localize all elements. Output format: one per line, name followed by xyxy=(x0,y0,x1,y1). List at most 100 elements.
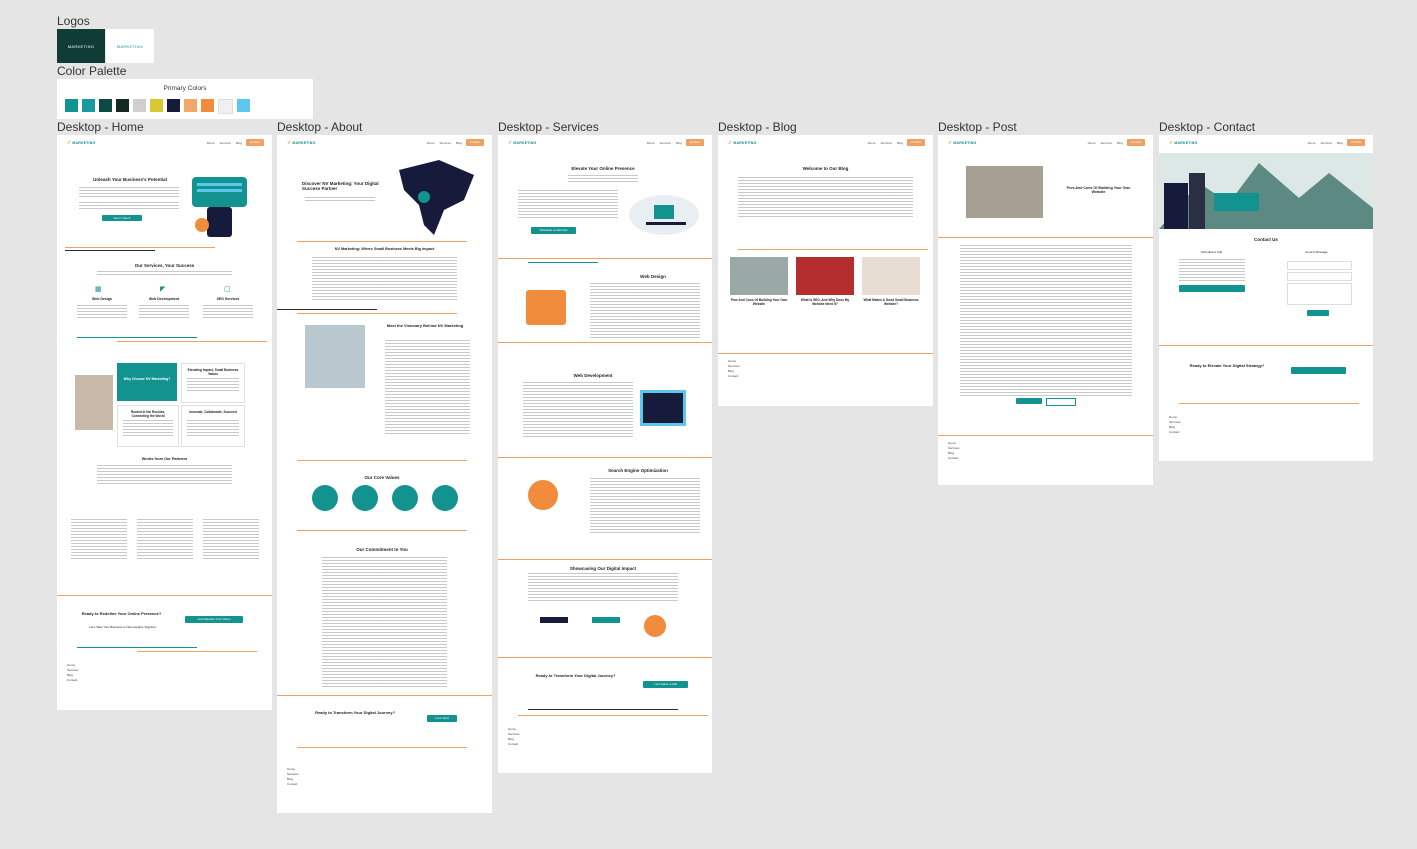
frame-post[interactable]: MARKETING AboutServicesBlog Contact Pros… xyxy=(938,135,1153,485)
message-input[interactable] xyxy=(1287,283,1352,305)
frame-label-blog[interactable]: Desktop - Blog xyxy=(718,120,797,134)
nav-blog[interactable]: Blog xyxy=(236,141,242,145)
seo-graphic xyxy=(528,480,558,510)
web-design-graphic xyxy=(526,290,566,325)
services-hero-button[interactable]: Schedule a Call Now xyxy=(531,227,576,234)
color-swatch-11[interactable] xyxy=(237,99,250,112)
value-circle-1 xyxy=(312,485,338,511)
frame-blog[interactable]: MARKETING AboutServicesBlog Contact Welc… xyxy=(718,135,933,406)
about-cta-button[interactable]: Let's Start xyxy=(427,715,457,722)
service-web-design: Web Design xyxy=(92,297,112,301)
logo-mark: MARKETING xyxy=(67,43,95,49)
contact-cta-button[interactable] xyxy=(1291,367,1346,374)
value-circle-2 xyxy=(352,485,378,511)
client-logo-1 xyxy=(540,617,568,645)
blog-post-image-3[interactable] xyxy=(862,257,920,295)
services-title: Our Services, Your Success xyxy=(134,263,195,268)
post-title: Pros And Cons Of Building Your Own Websi… xyxy=(1066,186,1131,194)
contact-cta: Ready to Elevate Your Digital Strategy? xyxy=(1189,363,1265,368)
frame-contact[interactable]: MARKETING AboutServicesBlog Contact Cont… xyxy=(1159,135,1373,461)
home-cta-sub: Let's Take Your Business to New Heights … xyxy=(89,625,156,629)
home-cta: Ready to Redefine Your Online Presence? xyxy=(81,611,162,616)
frame-home[interactable]: MARKETING About Services Blog Contact Unle… xyxy=(57,135,272,710)
color-swatch-5[interactable] xyxy=(133,99,146,112)
name-input[interactable] xyxy=(1287,261,1352,270)
color-swatch-10[interactable] xyxy=(218,99,233,114)
founder-photo xyxy=(75,375,113,430)
post-body xyxy=(960,245,1132,397)
color-swatch-9[interactable] xyxy=(201,99,214,112)
frame-label-contact[interactable]: Desktop - Contact xyxy=(1159,120,1255,134)
color-swatch-4[interactable] xyxy=(116,99,129,112)
web-development-graphic xyxy=(640,390,686,426)
nav-bar: MARKETING AboutServicesBlog Contact xyxy=(277,135,492,151)
web-development-icon: ◤ xyxy=(160,286,166,293)
visionary-photo xyxy=(305,325,365,388)
color-swatch-3[interactable] xyxy=(99,99,112,112)
blog-post-title-2[interactable]: What Is SEO, And Why Does My Website Nee… xyxy=(796,298,854,306)
email-input[interactable] xyxy=(1287,272,1352,281)
color-swatch-2[interactable] xyxy=(82,99,95,112)
services-cta: Ready to Transform Your Digital Journey? xyxy=(535,673,616,678)
contact-hero-illustration xyxy=(1159,153,1373,229)
frame-about[interactable]: MARKETING AboutServicesBlog Contact Disc… xyxy=(277,135,492,813)
nav-contact-button[interactable]: Contact xyxy=(246,139,264,146)
post-prev-button[interactable] xyxy=(1016,398,1042,404)
color-swatch-6[interactable] xyxy=(150,99,163,112)
why-box: Why Choose NV Marketing? xyxy=(117,363,177,401)
nav-bar: MARKETING About Services Blog Contact xyxy=(57,135,272,151)
services-cta-button[interactable]: Let's Have a Call xyxy=(643,681,688,688)
service-seo: SEO Services xyxy=(216,297,240,301)
color-swatch-1[interactable] xyxy=(65,99,78,112)
logos-label: Logos xyxy=(57,14,90,28)
service-item-web-design: Web Design xyxy=(640,274,666,279)
client-logo-3 xyxy=(644,615,666,637)
footer-links: Home Services Blog Contact xyxy=(67,663,79,682)
home-hero-title: Unleash Your Business's Potential xyxy=(93,177,167,182)
nav-services[interactable]: Services xyxy=(219,141,231,145)
logo-dark[interactable]: MARKETING xyxy=(57,29,105,63)
blog-post-image-1[interactable] xyxy=(730,257,788,295)
hero-text xyxy=(79,187,179,199)
services-showcase: Showcasing Our Digital Impact xyxy=(569,566,637,571)
post-next-button[interactable] xyxy=(1046,398,1076,406)
about-cta: Ready to Transform Your Digital Journey? xyxy=(315,710,395,715)
hero-text-2 xyxy=(79,202,179,210)
about-mission: NV Marketing: Where Small Business Meets… xyxy=(334,247,435,251)
frame-label-services[interactable]: Desktop - Services xyxy=(498,120,599,134)
schedule-title: Schedule A Call xyxy=(1200,250,1222,254)
frame-label-home[interactable]: Desktop - Home xyxy=(57,120,144,134)
logo-mark-light: MARKETING xyxy=(116,43,144,49)
testimonial-3 xyxy=(203,519,259,559)
blog-post-title-1[interactable]: Pros And Cons Of Building Your Own Websi… xyxy=(730,298,788,306)
logo-light[interactable]: MARKETING xyxy=(106,29,154,63)
why-card-1: Elevating Impact, Small Business Values xyxy=(181,363,245,403)
send-title: Send A Message xyxy=(1305,250,1328,254)
frame-label-post[interactable]: Desktop - Post xyxy=(938,120,1017,134)
hero-button[interactable]: Get in Touch xyxy=(102,215,142,221)
brand-logo[interactable]: MARKETING xyxy=(67,140,95,146)
service-item-web-development: Web Development xyxy=(573,373,613,378)
testimonial-2 xyxy=(137,519,193,559)
nav-about[interactable]: About xyxy=(207,141,215,145)
north-america-map xyxy=(399,160,474,235)
blog-post-image-2[interactable] xyxy=(796,257,854,295)
services-intro xyxy=(97,271,232,277)
office-illustration xyxy=(629,195,699,235)
about-values: Our Core Values xyxy=(364,475,400,480)
submit-button[interactable] xyxy=(1307,310,1329,316)
post-hero-image xyxy=(966,166,1043,218)
value-circle-4 xyxy=(432,485,458,511)
blog-title: Welcome to Our Blog xyxy=(802,166,849,171)
service-item-seo: Search Engine Optimization xyxy=(608,468,668,473)
home-cta-button[interactable]: Let's Elevate Your Vision xyxy=(185,616,243,623)
blog-post-title-3[interactable]: What Makes A Good Small Business Website… xyxy=(862,298,920,306)
schedule-button[interactable] xyxy=(1179,285,1245,292)
color-swatch-8[interactable] xyxy=(184,99,197,112)
service-web-development: Web Development xyxy=(148,297,180,301)
frame-label-about[interactable]: Desktop - About xyxy=(277,120,362,134)
color-palette[interactable]: Primary Colors xyxy=(57,79,313,119)
frame-services[interactable]: MARKETING AboutServicesBlog Contact Elev… xyxy=(498,135,712,773)
color-swatch-7[interactable] xyxy=(167,99,180,112)
why-card-2: Rooted in the Rockies, Connecting the Wo… xyxy=(117,405,179,447)
